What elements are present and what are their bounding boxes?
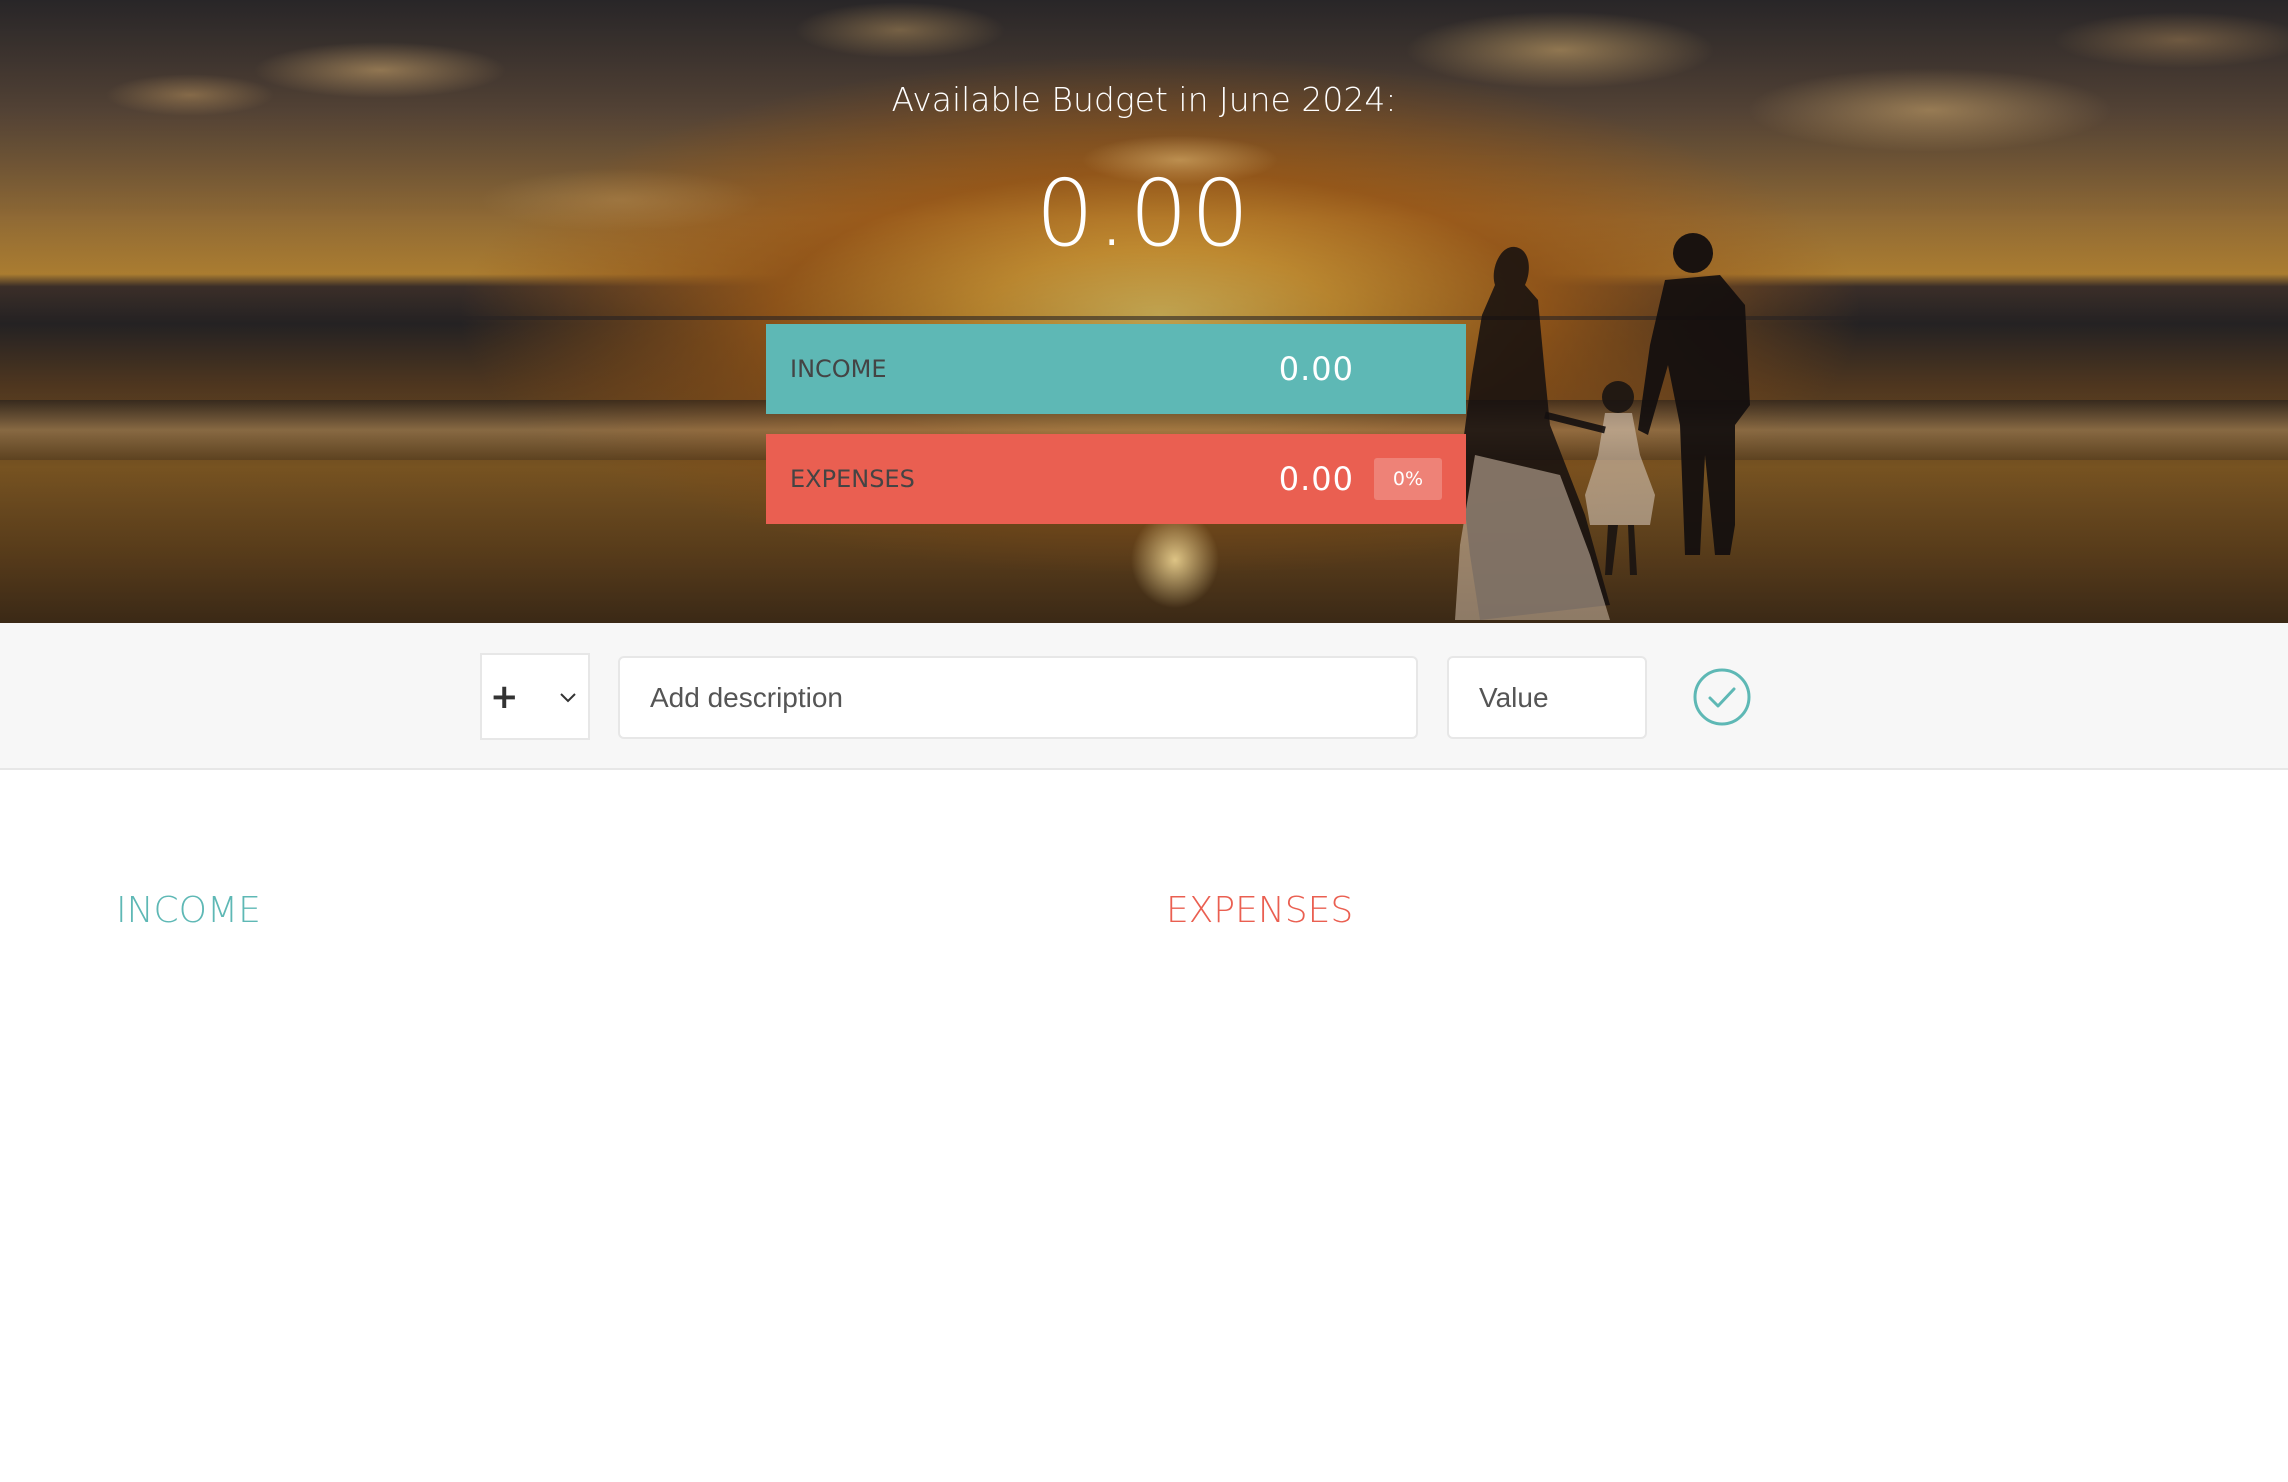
chevron-down-icon <box>560 693 576 703</box>
budget-title: Available Budget in June 2024: <box>891 80 1397 119</box>
income-summary: Income 0.00 <box>766 324 1466 414</box>
expenses-list-title: Expenses <box>1166 890 1354 931</box>
expenses-summary-value: 0.00 <box>1278 460 1354 498</box>
income-list-title: Income <box>116 890 261 931</box>
type-select[interactable]: + <box>480 653 590 740</box>
income-summary-value: 0.00 <box>1278 350 1354 388</box>
value-input[interactable] <box>1447 656 1647 739</box>
description-input[interactable] <box>618 656 1418 739</box>
type-select-value: + <box>490 676 519 717</box>
add-entry-bar: + <box>0 623 2288 770</box>
check-circle-icon <box>1693 668 1751 726</box>
add-submit-button[interactable] <box>1692 667 1752 727</box>
expenses-percentage-badge: 0% <box>1374 458 1442 500</box>
budget-value: 0.00 <box>1035 160 1253 267</box>
family-silhouette-image <box>1455 233 1750 620</box>
expenses-summary: Expenses 0.00 0% <box>766 434 1466 524</box>
horizon-line <box>0 316 2288 320</box>
budget-hero: Available Budget in June 2024: 0.00 Inco… <box>0 0 2288 623</box>
